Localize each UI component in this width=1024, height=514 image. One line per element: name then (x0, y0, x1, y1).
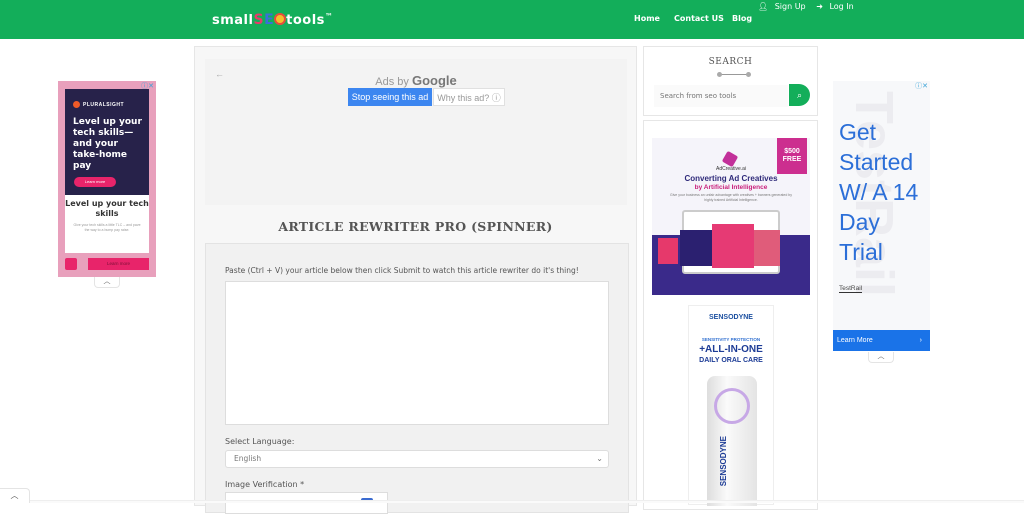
ad-headline: Level up your tech skills— and your take… (73, 117, 142, 171)
left-ad-collapse-button[interactable]: ︿ (94, 277, 120, 288)
sidebar-ads: $500 FREE AdCreative.ai Converting Ad Cr… (643, 120, 818, 510)
chevron-down-icon: ⌄ (596, 454, 603, 463)
search-icon: ⌕ (796, 90, 803, 100)
ad-brand[interactable]: TestRail (839, 285, 863, 293)
main-content: ← Ads by Google Stop seeing this ad Why … (194, 46, 637, 514)
right-ad-testrail[interactable]: TestRail ⓘ✕ Get Started W/ A 14 Day Tria… (833, 81, 930, 351)
ad-card-image (712, 224, 754, 268)
google-ad-area: ← Ads by Google Stop seeing this ad Why … (205, 59, 627, 205)
logo-suffix: tools (286, 13, 325, 28)
ad-learn-more-button-2[interactable]: Learn more (88, 258, 149, 270)
ad-line-2: +ALL-IN-ONE (699, 344, 763, 355)
paste-instruction: Paste (Ctrl + V) your article below then… (225, 266, 579, 275)
nav-blog[interactable]: Blog (732, 14, 752, 23)
left-ad-pluralsight[interactable]: ⓘ✕ PLURALSIGHT Level up your tech skills… (58, 81, 156, 277)
search-input[interactable] (654, 85, 788, 107)
ad-headline: Converting Ad Creatives (684, 174, 778, 183)
bottom-ad-expand-button[interactable]: ︿ (0, 488, 30, 503)
ad-line-1: SENSITIVITY PROTECTION (701, 337, 761, 342)
ad-learn-more-button[interactable]: Learn More › (833, 330, 930, 351)
article-input[interactable] (225, 281, 609, 425)
ad-learn-more-button[interactable]: Learn more (74, 177, 116, 187)
right-ad-collapse-button[interactable]: ︿ (868, 352, 894, 363)
logo-seo: SE (253, 12, 287, 28)
pluralsight-logo-icon (73, 101, 80, 108)
site-logo[interactable]: smallSE tools™ (212, 12, 333, 28)
sensodyne-ad[interactable]: SENSODYNE SENSITIVITY PROTECTION +ALL-IN… (688, 305, 774, 506)
signup-label: Sign Up (774, 2, 806, 11)
ad-subtext: Give your tech skills a little TLC – and… (73, 223, 141, 232)
language-selected-value: English (234, 454, 262, 463)
user-icon: 👤︎ (758, 2, 769, 11)
top-navbar: smallSE tools™ 👤︎ Sign Up ➜ Log In Home C… (0, 0, 1024, 39)
google-label: Google (411, 73, 457, 88)
toothpaste-tube-image: SENSODYNE (707, 376, 757, 506)
ad-card-image (658, 238, 678, 264)
nav-contact[interactable]: Contact US (674, 14, 724, 23)
adchoices-icon[interactable]: ⓘ✕ (915, 81, 928, 91)
login-icon: ➜ (816, 2, 823, 11)
chevron-right-icon: › (919, 337, 922, 344)
learn-more-label: Learn More (837, 337, 873, 344)
adcreative-ad[interactable]: $500 FREE AdCreative.ai Converting Ad Cr… (652, 138, 810, 295)
logo-target-icon (274, 13, 287, 25)
ad-headline-2: by Artificial Intelligence (694, 184, 768, 191)
ad-subtext: Give your business an unfair advantage w… (670, 193, 792, 202)
auth-links: 👤︎ Sign Up ➜ Log In (758, 2, 862, 11)
search-button[interactable]: ⌕ (789, 84, 810, 106)
ad-line-3: DAILY ORAL CARE (699, 357, 763, 364)
logo-tm: ™ (324, 12, 334, 21)
adcreative-logo-icon (721, 150, 739, 168)
verification-label: Image Verification * (225, 480, 305, 489)
ad-brand: AdCreative.ai (715, 166, 746, 172)
rewriter-form: Paste (Ctrl + V) your article below then… (205, 243, 629, 514)
ad-card-image (754, 230, 780, 266)
ad-white-panel: Level up your tech skills Give your tech… (65, 195, 149, 253)
nav-home[interactable]: Home (634, 14, 660, 23)
ad-dark-panel: PLURALSIGHT Level up your tech skills— a… (65, 89, 149, 195)
ad-headline-2: Level up your tech skills (65, 199, 149, 218)
login-label: Log In (829, 2, 854, 11)
ad-headline: Get Started W/ A 14 Day Trial (839, 119, 919, 265)
ad-brand: SENSODYNE (709, 314, 753, 321)
tube-logo-ring (714, 388, 750, 424)
ad-brand: PLURALSIGHT (83, 102, 125, 108)
page-title: ARTICLE REWRITER PRO (SPINNER) (278, 219, 553, 234)
search-title: SEARCH (708, 57, 753, 67)
captcha-widget[interactable] (225, 492, 388, 514)
tube-brand-text: SENSODYNE (719, 436, 728, 487)
sidebar-search: SEARCH ⌕ (643, 46, 818, 116)
signup-link[interactable]: 👤︎ Sign Up (758, 2, 810, 11)
language-label: Select Language: (225, 437, 295, 446)
ads-by-label: Ads by (375, 76, 409, 88)
pluralsight-app-icon (65, 258, 77, 270)
logo-prefix: small (212, 13, 254, 28)
ad-card-image (680, 230, 714, 266)
stop-seeing-ad-button[interactable]: Stop seeing this ad (348, 88, 432, 106)
language-select[interactable]: English ⌄ (225, 450, 609, 468)
title-divider (717, 72, 751, 77)
login-link[interactable]: ➜ Log In (816, 2, 858, 11)
why-this-ad-button[interactable]: Why this ad? ⓘ (433, 88, 505, 106)
ads-by-google: Ads by Google (205, 73, 627, 88)
